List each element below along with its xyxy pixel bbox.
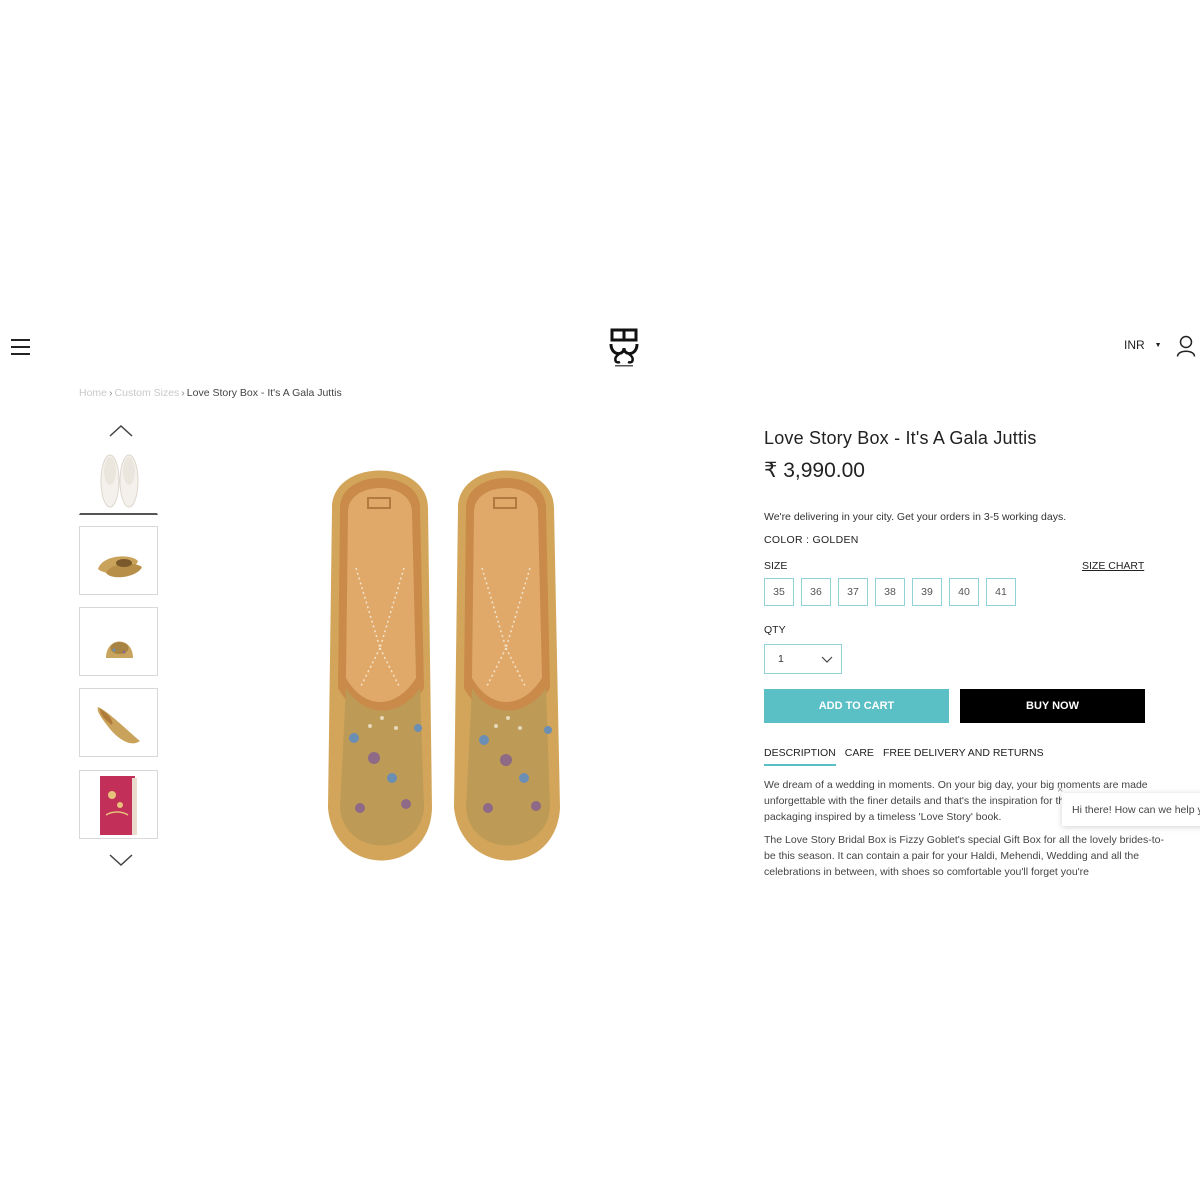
thumbnail-next-button[interactable] xyxy=(108,852,134,868)
close-icon[interactable]: × xyxy=(1057,784,1063,796)
account-button[interactable] xyxy=(1176,335,1196,357)
thumbnail-prev-button[interactable] xyxy=(108,423,134,439)
product-title: Love Story Box - It's A Gala Juttis xyxy=(764,428,1037,448)
thumbnail-image xyxy=(106,641,133,658)
caret-down-icon: ▼ xyxy=(1154,342,1162,350)
buy-now-button[interactable]: BUY NOW xyxy=(960,689,1145,723)
thumbnail-4[interactable] xyxy=(79,688,158,757)
thumbnail-1[interactable] xyxy=(79,446,158,515)
tab-care[interactable]: CARE xyxy=(845,747,874,766)
breadcrumb-separator: › xyxy=(109,387,113,399)
product-tabs: DESCRIPTION CARE FREE DELIVERY AND RETUR… xyxy=(764,747,1044,766)
thumbnail-5[interactable] xyxy=(79,770,158,839)
description-paragraph-2: The Love Story Bridal Box is Fizzy Goble… xyxy=(764,834,1164,878)
thumbnail-image xyxy=(100,776,137,835)
chevron-down-icon xyxy=(109,854,133,867)
color-label: COLOR : GOLDEN xyxy=(764,534,859,546)
chat-bubble[interactable]: Hi there! How can we help you? xyxy=(1062,793,1200,826)
size-option-40[interactable]: 40 xyxy=(949,578,979,606)
size-option-36[interactable]: 36 xyxy=(801,578,831,606)
breadcrumb-home[interactable]: Home xyxy=(79,387,107,399)
breadcrumb-separator: › xyxy=(181,387,185,399)
tab-description[interactable]: DESCRIPTION xyxy=(764,747,836,766)
thumbnail-2[interactable] xyxy=(79,526,158,595)
breadcrumb-custom-sizes[interactable]: Custom Sizes xyxy=(115,387,180,399)
thumbnail-3[interactable] xyxy=(79,607,158,676)
size-option-35[interactable]: 35 xyxy=(764,578,794,606)
quantity-select[interactable]: 1 xyxy=(764,644,842,674)
user-icon xyxy=(1176,335,1196,357)
size-option-38[interactable]: 38 xyxy=(875,578,905,606)
add-to-cart-button[interactable]: ADD TO CART xyxy=(764,689,949,723)
hamburger-icon-bar xyxy=(11,353,30,355)
size-chart-link[interactable]: SIZE CHART xyxy=(1082,560,1144,572)
chat-message: Hi there! How can we help you? xyxy=(1072,803,1200,816)
size-option-39[interactable]: 39 xyxy=(912,578,942,606)
size-options: 35 36 37 38 39 40 41 xyxy=(764,578,1016,606)
breadcrumb: Home › Custom Sizes › Love Story Box - It's … xyxy=(79,387,342,399)
chevron-down-icon xyxy=(821,656,833,663)
logo-icon xyxy=(609,328,639,367)
delivery-note: We're delivering in your city. Get your … xyxy=(764,511,1067,523)
currency-selector[interactable]: INR ▼ xyxy=(1124,338,1162,352)
thumbnail-image xyxy=(97,707,140,744)
size-label: SIZE xyxy=(764,560,788,572)
menu-button[interactable] xyxy=(11,339,30,355)
breadcrumb-current: Love Story Box - It's A Gala Juttis xyxy=(186,387,342,399)
thumbnail-image xyxy=(100,454,139,508)
thumbnail-image xyxy=(98,556,142,578)
chevron-up-icon xyxy=(109,424,133,437)
main-product-image[interactable] xyxy=(320,448,570,888)
tab-free-delivery-returns[interactable]: FREE DELIVERY AND RETURNS xyxy=(883,747,1044,766)
product-photo xyxy=(328,470,560,861)
hamburger-icon-bar xyxy=(11,346,30,348)
hamburger-icon xyxy=(11,339,30,341)
currency-label: INR xyxy=(1124,338,1145,352)
size-option-37[interactable]: 37 xyxy=(838,578,868,606)
brand-logo[interactable] xyxy=(605,326,643,368)
qty-label: QTY xyxy=(764,624,786,636)
quantity-value: 1 xyxy=(778,653,784,665)
size-option-41[interactable]: 41 xyxy=(986,578,1016,606)
product-price: ₹ 3,990.00 xyxy=(764,459,865,482)
